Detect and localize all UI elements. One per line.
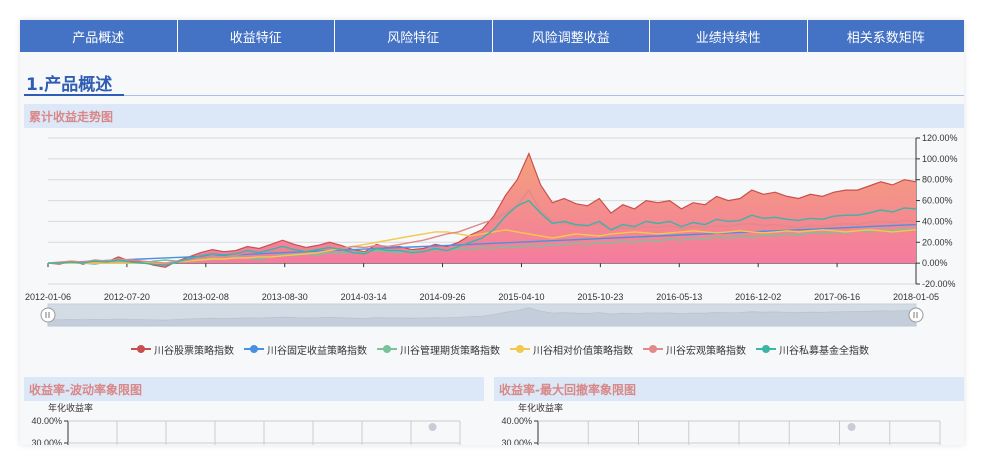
y-tick-label: 40.00% (501, 416, 532, 426)
legend-label: 川谷固定收益策略指数 (267, 345, 367, 357)
x-tick-label: 2013-08-30 (262, 292, 308, 302)
legend-label: 川谷宏观策略指数 (666, 345, 746, 357)
x-tick-label: 2014-03-14 (341, 292, 387, 302)
y-tick-label: 80.00% (922, 175, 953, 185)
y-tick-label: 30.00% (31, 438, 62, 445)
legend-item[interactable]: 川谷宏观策略指数 (643, 342, 746, 357)
x-tick-label: 2015-10-23 (577, 292, 623, 302)
y-tick-label: 30.00% (501, 438, 532, 445)
legend-label: 川谷私募基金全指数 (779, 345, 869, 357)
series-area-0 (48, 153, 916, 268)
report-frame: 产品概述 收益特征 风险特征 风险调整收益 业绩持续性 相关系数矩阵 1.产品概… (20, 20, 964, 445)
y-tick-label: 40.00% (31, 416, 62, 426)
legend-item[interactable]: 川谷相对价值策略指数 (510, 342, 633, 357)
legend-item[interactable]: 川谷固定收益策略指数 (244, 342, 367, 357)
tab-correlation-matrix[interactable]: 相关系数矩阵 (808, 20, 965, 52)
x-tick-label: 2015-04-10 (498, 292, 544, 302)
x-tick-label: 2016-12-02 (735, 292, 781, 302)
tab-return-features[interactable]: 收益特征 (178, 20, 335, 52)
y-tick-label: 20.00% (922, 237, 953, 247)
cumulative-return-chart: 120.00% 100.00% 80.00% 60.00% 40.00% 20.00% 0.… (25, 133, 958, 327)
x-tick-label: 2017-06-16 (814, 292, 860, 302)
tab-overview[interactable]: 产品概述 (20, 20, 178, 52)
y-tick-label: 0.00% (922, 258, 948, 268)
return-drawdown-quadrant-chart: 年化收益率 40.00% 30.00% (501, 402, 941, 445)
y-tick-label: 100.00% (922, 154, 958, 164)
x-tick-label: 2013-02-08 (183, 292, 229, 302)
legend-item[interactable]: 川谷私募基金全指数 (756, 342, 869, 357)
y-tick-label: 60.00% (922, 196, 953, 206)
return-drawdown-title: 收益率-最大回撤率象限图 (494, 377, 964, 401)
y-axis-label: 年化收益率 (48, 402, 93, 413)
chart-legend: 川谷股票策略指数 川谷固定收益策略指数 川谷管理期货策略指数 川谷相对价值策略指数 川谷… (120, 342, 880, 357)
scatter-point[interactable] (428, 423, 437, 431)
section-divider-accent (24, 94, 124, 96)
y-tick-label: 40.00% (922, 216, 953, 226)
tab-bar: 产品概述 收益特征 风险特征 风险调整收益 业绩持续性 相关系数矩阵 (20, 20, 964, 52)
y-tick-label: 120.00% (922, 133, 958, 143)
legend-item[interactable]: 川谷管理期货策略指数 (377, 342, 500, 357)
tab-risk-adjusted-return[interactable]: 风险调整收益 (493, 20, 650, 52)
legend-symbol (756, 344, 776, 354)
return-volatility-title: 收益率-波动率象限图 (24, 377, 484, 401)
section-title: 1.产品概述 (26, 75, 113, 95)
main-chart-title: 累计收益走势图 (24, 104, 964, 128)
legend-label: 川谷股票策略指数 (154, 345, 234, 357)
x-tick-label: 2012-01-06 (25, 292, 71, 302)
tab-performance-persistence[interactable]: 业绩持续性 (650, 20, 808, 52)
scatter-point[interactable] (847, 423, 856, 431)
section-divider (24, 95, 964, 96)
legend-label: 川谷管理期货策略指数 (400, 345, 500, 357)
tab-risk-features[interactable]: 风险特征 (335, 20, 493, 52)
legend-item[interactable]: 川谷股票策略指数 (131, 342, 234, 357)
return-volatility-quadrant-chart: 年化收益率 40.00% 30.00% (31, 402, 461, 445)
legend-symbol (131, 344, 151, 354)
x-tick-label: 2012-07-20 (104, 292, 150, 302)
datazoom-handle-right[interactable] (908, 307, 924, 323)
legend-symbol (244, 344, 264, 354)
x-tick-label: 2016-05-13 (656, 292, 702, 302)
legend-symbol (377, 344, 397, 354)
y-tick-label: -20.00% (922, 279, 956, 289)
x-tick-label: 2014-09-26 (420, 292, 466, 302)
datazoom-handle-left[interactable] (40, 307, 56, 323)
y-axis-label: 年化收益率 (518, 402, 563, 413)
x-tick-label: 2018-01-05 (893, 292, 939, 302)
legend-label: 川谷相对价值策略指数 (533, 345, 633, 357)
legend-symbol (510, 344, 530, 354)
legend-symbol (643, 344, 663, 354)
